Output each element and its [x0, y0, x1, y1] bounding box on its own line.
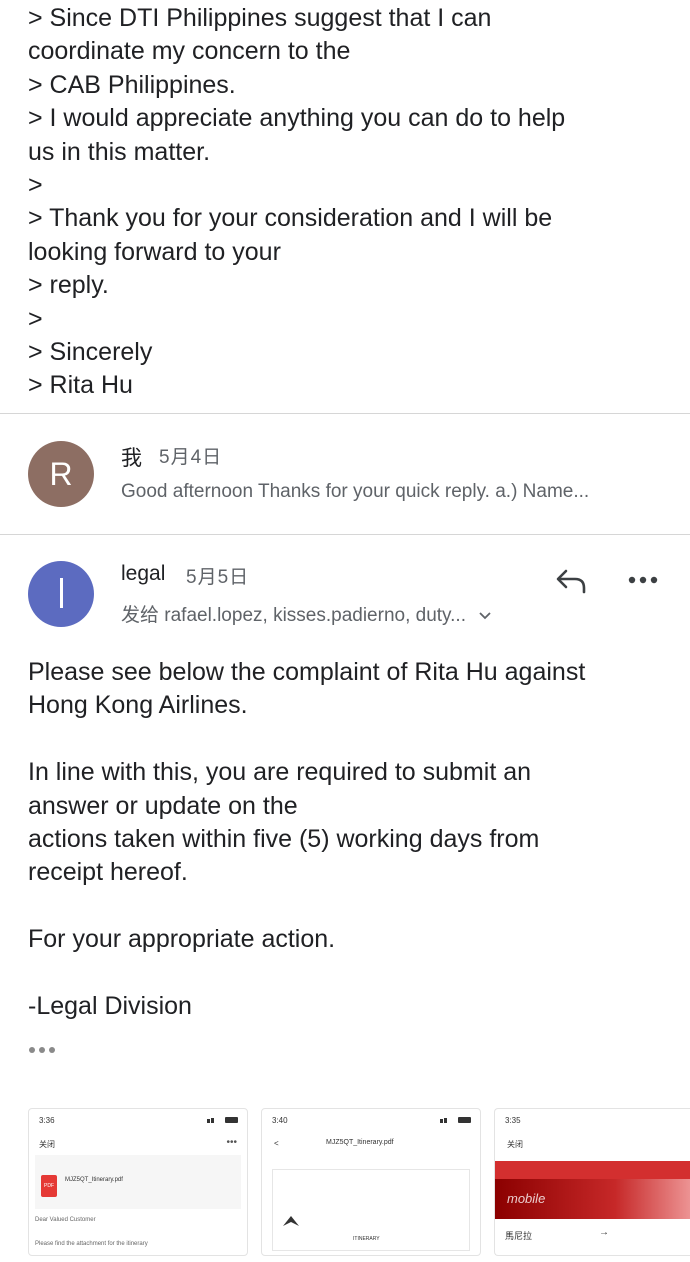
status-time: 3:35: [505, 1116, 521, 1125]
watermark: mobile: [507, 1191, 546, 1206]
thumb-text: 馬尼拉: [505, 1231, 533, 1241]
pdf-preview: ITINERARY: [272, 1169, 470, 1251]
collapsed-message-row[interactable]: R 我 5月4日 Good afternoon Thanks for your …: [0, 414, 690, 534]
body-line: actions taken within five (5) working da…: [28, 825, 540, 854]
file-name: MJZ5QT_Itinerary.pdf: [65, 1177, 123, 1183]
quoted-line: looking forward to your: [28, 237, 281, 266]
quoted-line: > reply.: [28, 271, 109, 300]
body-paragraph: -Legal Division: [28, 990, 668, 1023]
quoted-line: > I would appreciate anything you can do…: [28, 104, 566, 133]
body-line: -Legal Division: [28, 992, 192, 1021]
status-time: 3:40: [272, 1116, 288, 1125]
body-line: Hong Kong Airlines.: [28, 691, 248, 720]
body-line: In line with this, you are required to s…: [28, 758, 532, 787]
chevron-down-icon: [479, 612, 491, 620]
quoted-line: us in this matter.: [28, 137, 211, 166]
quoted-line: > Thank you for your consideration and I…: [28, 204, 553, 233]
body-line: receipt hereof.: [28, 858, 188, 887]
message-body: Please see below the complaint of Rita H…: [28, 656, 668, 1057]
body-line: Please see below the complaint of Rita H…: [28, 658, 586, 686]
message-date: 5月4日: [159, 447, 223, 468]
arrow-right-icon: →: [599, 1227, 609, 1238]
attachment-thumbnail[interactable]: 3:35 关闭 mobile 馬尼拉 →: [494, 1108, 690, 1256]
thumb-header: 关闭: [39, 1140, 55, 1149]
thumb-text: ITINERARY: [353, 1236, 380, 1242]
body-line: For your appropriate action.: [28, 925, 336, 954]
status-time: 3:36: [39, 1116, 55, 1125]
signal-icon: [207, 1117, 238, 1123]
message-date: 5月5日: [186, 567, 250, 588]
file-card: PDF MJZ5QT_Itinerary.pdf: [35, 1155, 241, 1209]
avatar: [28, 561, 94, 627]
back-icon: <: [274, 1139, 279, 1148]
body-paragraph: For your appropriate action.: [28, 923, 668, 956]
avatar: R: [28, 441, 94, 507]
thumb-header: 关闭: [507, 1140, 523, 1149]
body-paragraph: Please see below the complaint of Rita H…: [28, 656, 668, 723]
thumb-header: MJZ5QT_Itinerary.pdf: [326, 1139, 394, 1146]
body-line: answer or update on the: [28, 791, 298, 820]
more-icon: •••: [226, 1137, 237, 1148]
ellipsis-icon[interactable]: [28, 1046, 58, 1054]
sender-name: legal: [121, 562, 166, 585]
signal-icon: [440, 1117, 471, 1123]
airline-logo-icon: [283, 1216, 299, 1226]
sender-name: 我: [121, 447, 142, 470]
more-horizontal-icon[interactable]: [628, 576, 658, 584]
quoted-line: > Since DTI Philippines suggest that I c…: [28, 4, 492, 32]
avatar-letter: [59, 578, 63, 609]
recipients-line[interactable]: 发给 rafael.lopez, kisses.padierno, duty..…: [121, 600, 491, 627]
quoted-line: > CAB Philippines.: [28, 70, 236, 99]
thumb-text: Please find the attachment for the itine…: [35, 1241, 148, 1247]
attachment-thumbnail[interactable]: 3:40 < MJZ5QT_Itinerary.pdf ITINERARY: [261, 1108, 481, 1256]
quoted-reply-text: > Since DTI Philippines suggest that I c…: [28, 2, 668, 403]
red-banner: [495, 1161, 690, 1179]
reply-icon[interactable]: [555, 568, 587, 594]
pdf-icon: PDF: [41, 1175, 57, 1197]
quoted-line: > Rita Hu: [28, 371, 133, 400]
banner-image: mobile: [495, 1179, 690, 1219]
quoted-line: coordinate my concern to the: [28, 37, 351, 66]
recipients-text: 发给 rafael.lopez, kisses.padierno, duty..…: [121, 605, 466, 626]
quoted-line: > Sincerely: [28, 338, 153, 367]
message-snippet: Good afternoon Thanks for your quick rep…: [121, 481, 590, 502]
divider: [0, 534, 690, 535]
attachment-thumbnail[interactable]: 3:36 关闭 ••• PDF MJZ5QT_Itinerary.pdf Dea…: [28, 1108, 248, 1256]
thumb-text: Dear Valued Customer: [35, 1217, 96, 1223]
quoted-line: >: [28, 304, 43, 333]
body-paragraph: In line with this, you are required to s…: [28, 756, 668, 890]
quoted-line: >: [28, 171, 43, 200]
